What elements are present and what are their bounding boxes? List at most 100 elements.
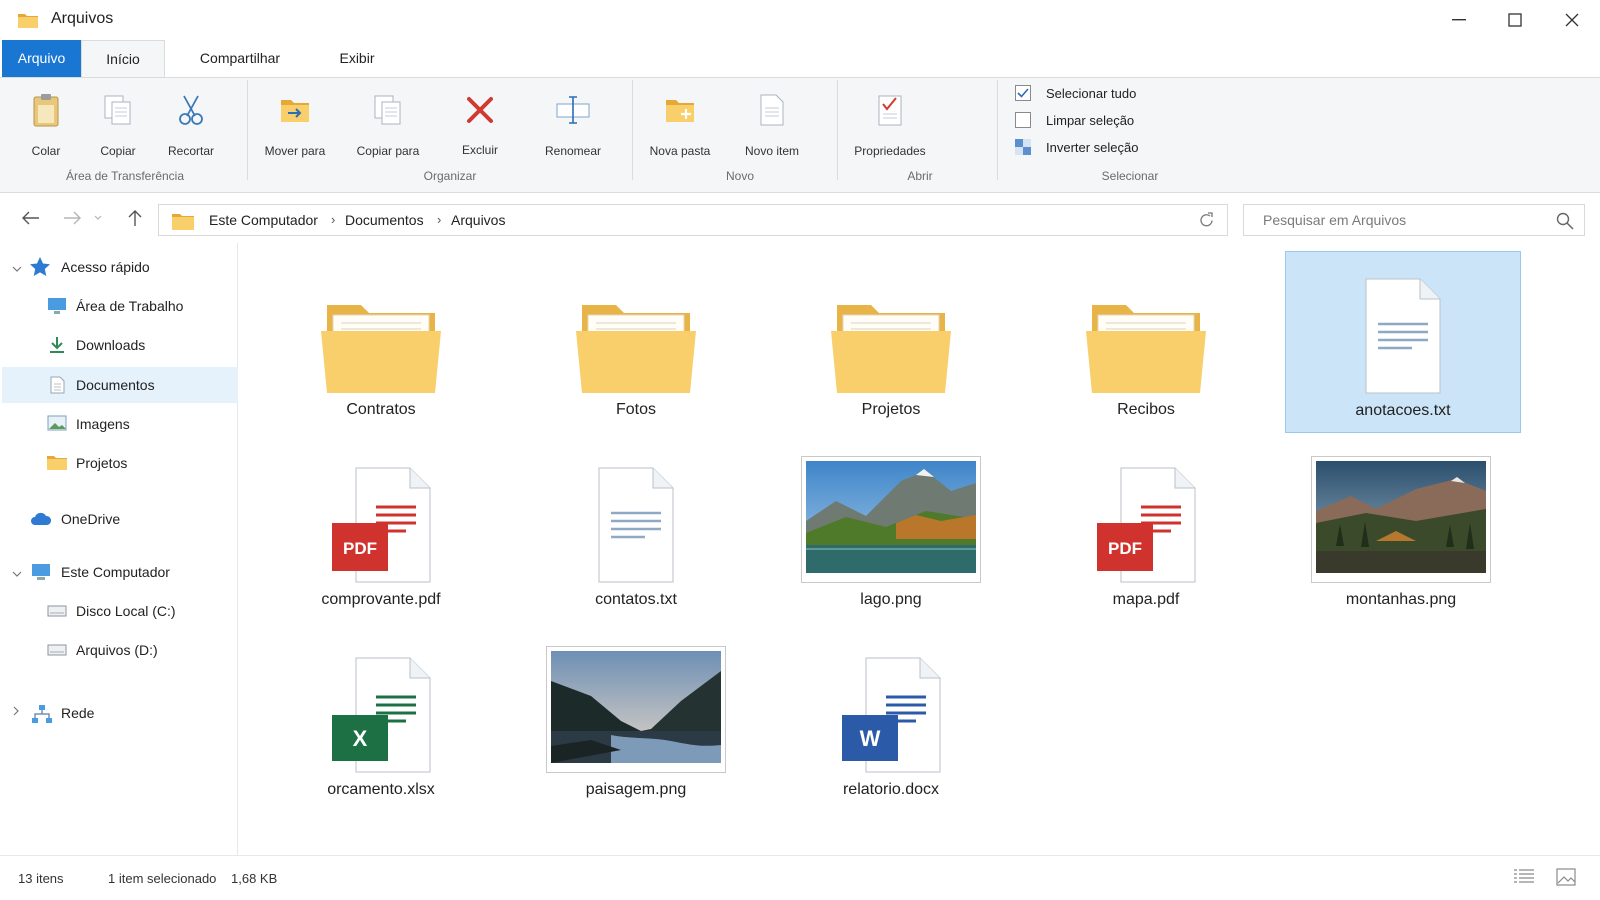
group-label-open: Abrir <box>907 169 933 183</box>
close-button[interactable] <box>1543 0 1600 40</box>
nav-item-projects[interactable]: Projetos <box>2 445 238 481</box>
word-file-icon: W <box>773 631 1009 779</box>
back-button[interactable] <box>18 205 44 231</box>
selection-count: 1 item selecionado <box>108 871 217 886</box>
search-icon[interactable] <box>1556 212 1574 235</box>
navigation-pane: Acesso rápido Área de Trabalho Downloads… <box>0 243 238 855</box>
properties-button[interactable]: Propriedades <box>850 84 930 164</box>
maximize-button[interactable] <box>1486 0 1543 40</box>
chevron-down-icon[interactable] <box>12 260 22 276</box>
minimize-button[interactable] <box>1430 0 1487 40</box>
nav-item-pictures[interactable]: Imagens <box>2 406 238 442</box>
cut-button[interactable]: Recortar <box>166 84 216 164</box>
move-to-icon <box>280 84 310 136</box>
nav-item-disk-c[interactable]: Disco Local (C:) <box>2 593 238 629</box>
folder-icon <box>773 251 1009 399</box>
nav-item-downloads[interactable]: Downloads <box>2 327 238 363</box>
refresh-icon[interactable] <box>1198 212 1215 234</box>
new-folder-icon <box>665 84 695 136</box>
nav-item-onedrive[interactable]: OneDrive <box>2 501 238 537</box>
invert-selection-button[interactable]: Inverter seleção <box>1015 139 1139 155</box>
up-button[interactable] <box>122 205 148 231</box>
new-item-icon <box>760 84 784 136</box>
text-file-icon <box>518 441 754 589</box>
move-to-button[interactable]: Mover para <box>262 84 328 164</box>
image-thumbnail <box>518 631 754 779</box>
invert-selection-icon <box>1015 139 1031 155</box>
rename-button[interactable]: Renomear <box>540 84 606 164</box>
drive-icon <box>47 643 67 659</box>
tab-arquivo[interactable]: Arquivo <box>2 40 81 78</box>
cloud-icon <box>30 512 52 529</box>
tab-exibir[interactable]: Exibir <box>322 40 392 78</box>
file-item-docx[interactable]: W relatorio.docx <box>773 631 1009 813</box>
chevron-down-icon[interactable] <box>12 565 22 581</box>
copy-button[interactable]: Copiar <box>98 84 138 164</box>
file-item-image[interactable]: lago.png <box>773 441 1009 623</box>
checkbox-empty-icon <box>1015 112 1031 128</box>
title-bar: Arquivos <box>0 0 1600 40</box>
delete-button[interactable]: Excluir <box>457 84 503 164</box>
navigation-row: Este Computador › Documentos › Arquivos <box>0 193 1600 243</box>
forward-button[interactable] <box>59 205 85 231</box>
select-none-button[interactable]: Limpar seleção <box>1015 112 1134 128</box>
recent-locations-button[interactable] <box>91 205 105 231</box>
delete-icon <box>466 84 494 136</box>
file-list: Contratos Fotos Projetos Recibos anotaco… <box>240 243 1600 855</box>
image-thumbnail <box>773 441 1009 589</box>
file-item-txt-selected[interactable]: anotacoes.txt <box>1285 251 1521 433</box>
file-item-image[interactable]: paisagem.png <box>518 631 754 813</box>
file-item-folder[interactable]: Contratos <box>263 251 499 433</box>
breadcrumb-item[interactable]: Documentos <box>345 212 424 228</box>
tab-inicio[interactable]: Início <box>81 40 165 78</box>
new-item-button[interactable]: Novo item <box>742 84 802 164</box>
file-item-pdf[interactable]: PDF mapa.pdf <box>1028 441 1264 623</box>
copy-to-button[interactable]: Copiar para <box>354 84 422 164</box>
folder-icon <box>518 251 754 399</box>
document-icon <box>50 376 65 397</box>
clipboard-icon <box>33 84 59 136</box>
breadcrumb-item[interactable]: Este Computador <box>209 212 318 228</box>
search-input[interactable] <box>1244 205 1544 235</box>
nav-item-quick-access[interactable]: Acesso rápido <box>2 249 238 285</box>
svg-text:X: X <box>353 726 368 751</box>
rename-icon <box>556 84 590 136</box>
file-item-folder[interactable]: Recibos <box>1028 251 1264 433</box>
file-item-pdf[interactable]: PDF comprovante.pdf <box>263 441 499 623</box>
nav-item-network[interactable]: Rede <box>2 695 238 731</box>
nav-item-disk-d[interactable]: Arquivos (D:) <box>2 632 238 668</box>
new-folder-button[interactable]: Nova pasta <box>648 84 712 164</box>
desktop-icon <box>47 297 67 318</box>
file-item-xlsx[interactable]: X orcamento.xlsx <box>263 631 499 813</box>
star-icon <box>30 257 50 279</box>
file-item-txt[interactable]: contatos.txt <box>518 441 754 623</box>
divider <box>247 80 248 180</box>
folder-icon <box>1028 251 1264 399</box>
file-item-folder[interactable]: Fotos <box>518 251 754 433</box>
nav-item-documents[interactable]: Documentos <box>2 367 238 403</box>
chevron-right-icon[interactable] <box>12 703 20 719</box>
group-label-clipboard: Área de Transferência <box>65 169 185 183</box>
file-item-image[interactable]: montanhas.png <box>1283 441 1519 623</box>
ribbon-tabs: Arquivo Início Compartilhar Exibir <box>0 40 1600 78</box>
divider <box>632 80 633 180</box>
search-box[interactable] <box>1243 204 1585 236</box>
details-view-icon[interactable] <box>1514 868 1534 887</box>
address-bar[interactable]: Este Computador › Documentos › Arquivos <box>158 204 1228 236</box>
paste-button[interactable]: Colar <box>28 84 64 164</box>
scissors-icon <box>176 84 206 136</box>
svg-text:PDF: PDF <box>343 539 377 558</box>
properties-icon <box>878 84 902 136</box>
breadcrumb-item[interactable]: Arquivos <box>451 212 505 228</box>
copy-to-icon <box>373 84 403 136</box>
excel-file-icon: X <box>263 631 499 779</box>
select-all-button[interactable]: Selecionar tudo <box>1015 85 1136 101</box>
selection-size: 1,68 KB <box>231 871 278 886</box>
nav-item-desktop[interactable]: Área de Trabalho <box>2 288 238 324</box>
tab-compartilhar[interactable]: Compartilhar <box>178 40 302 78</box>
nav-item-this-pc[interactable]: Este Computador <box>2 554 238 590</box>
download-icon <box>49 336 65 357</box>
large-icons-view-icon[interactable] <box>1556 868 1576 889</box>
folder-icon <box>172 212 194 235</box>
file-item-folder[interactable]: Projetos <box>773 251 1009 433</box>
